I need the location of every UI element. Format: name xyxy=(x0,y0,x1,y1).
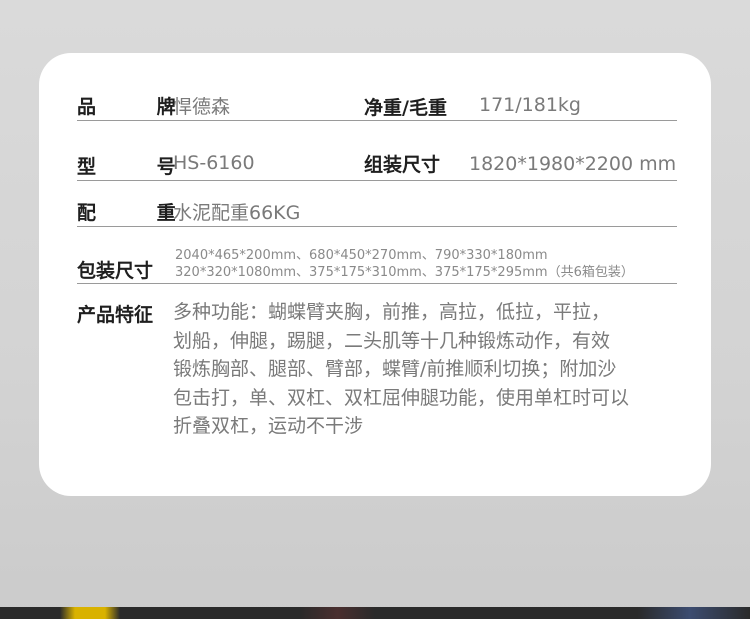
features-text: 多种功能：蝴蝶臂夹胸，前推，高拉，低拉，平拉， 划船，伸腿，踢腿，二头肌等十几种… xyxy=(173,298,695,441)
model-value: HS-6160 xyxy=(173,152,255,174)
weight-value: 171/181kg xyxy=(479,94,581,116)
features-line: 折叠双杠，运动不干涉 xyxy=(173,415,364,437)
divider xyxy=(77,120,677,121)
features-label: 产品特征 xyxy=(77,304,154,326)
divider xyxy=(77,283,677,284)
weight-label: 净重/毛重 xyxy=(364,97,447,119)
spec-card: 品 牌 悍德森 净重/毛重 171/181kg 型 号 HS-6160 组装尺寸… xyxy=(39,53,711,496)
features-line: 锻炼胸部、腿部、臂部，蝶臂/前推顺利切换；附加沙 xyxy=(173,358,617,380)
divider xyxy=(77,226,677,227)
counterweight-value: 水泥配重66KG xyxy=(173,202,301,224)
features-line: 划船，伸腿，踢腿，二头肌等十几种锻炼动作，有效 xyxy=(173,329,611,352)
package-size-label: 包装尺寸 xyxy=(77,260,154,282)
features-line: 多种功能：蝴蝶臂夹胸，前推，高拉，低拉，平拉， xyxy=(173,301,611,323)
product-photo-edge xyxy=(0,607,750,619)
assembled-size-label: 组装尺寸 xyxy=(364,154,441,176)
package-size-line: 320*320*1080mm、375*175*310mm、375*175*295… xyxy=(175,265,634,280)
features-line: 包击打，单、双杠、双杠屈伸腿功能，使用单杠时可以 xyxy=(173,386,630,409)
assembled-size-value: 1820*1980*2200 mm xyxy=(469,153,677,175)
brand-value: 悍德森 xyxy=(173,96,231,118)
divider xyxy=(77,180,677,181)
package-size-line: 2040*465*200mm、680*450*270mm、790*330*180… xyxy=(175,248,548,263)
